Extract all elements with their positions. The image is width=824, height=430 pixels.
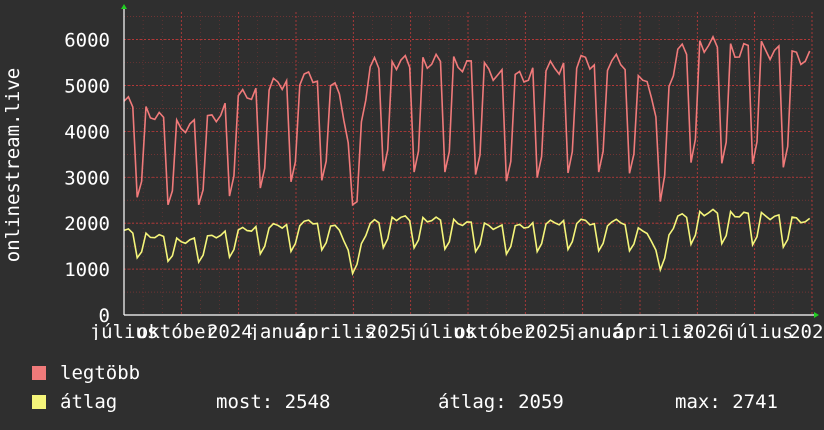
legend-label-avg: átlag (60, 391, 118, 413)
series-line (123, 208, 811, 277)
y-tick-labels: 0100020003000400050006000 (64, 30, 110, 327)
y-tick-label: 2000 (64, 213, 110, 235)
x-tick-label: április (296, 321, 376, 340)
y-tick-label: 4000 (64, 121, 110, 143)
x-tick-label: április (613, 321, 693, 340)
x-tick-label: 2026 (683, 321, 729, 340)
x-axis-arrow (814, 312, 819, 318)
series-legtobb (123, 34, 811, 207)
stat-max: max: 2741 (675, 391, 778, 413)
x-tick-label: július (725, 321, 794, 340)
stat-now: most: 2548 (216, 391, 331, 413)
series-line (123, 34, 811, 207)
y-tick-label: 6000 (64, 30, 110, 52)
axes (121, 4, 819, 318)
stat-average: átlag: 2059 (438, 391, 564, 413)
x-tick-labels: júliusoktóber2024januáráprilis2025július… (90, 321, 824, 340)
y-axis-arrow (121, 4, 127, 9)
y-tick-label: 3000 (64, 167, 110, 189)
x-tick-label: 2024 (207, 321, 253, 340)
y-tick-label: 1000 (64, 259, 110, 281)
chart: 0100020003000400050006000 júliusoktóber2… (2, 4, 824, 340)
x-tick-label: október (137, 321, 217, 340)
legend-row-avg: átlag (32, 391, 117, 413)
x-tick-label: 2026 (789, 321, 824, 340)
x-tick-label: 2025 (366, 321, 412, 340)
legend-swatch-max (32, 366, 46, 380)
legend-row-max: legtöbb (32, 362, 140, 384)
x-tick-label: október (454, 321, 534, 340)
legend-label-max: legtöbb (60, 362, 141, 384)
series-atlag (123, 208, 811, 277)
y-tick-label: 5000 (64, 75, 110, 97)
x-tick-label: 2025 (525, 321, 571, 340)
y-axis-label: onlinestream.live (2, 68, 24, 262)
legend-swatch-avg (32, 395, 46, 409)
